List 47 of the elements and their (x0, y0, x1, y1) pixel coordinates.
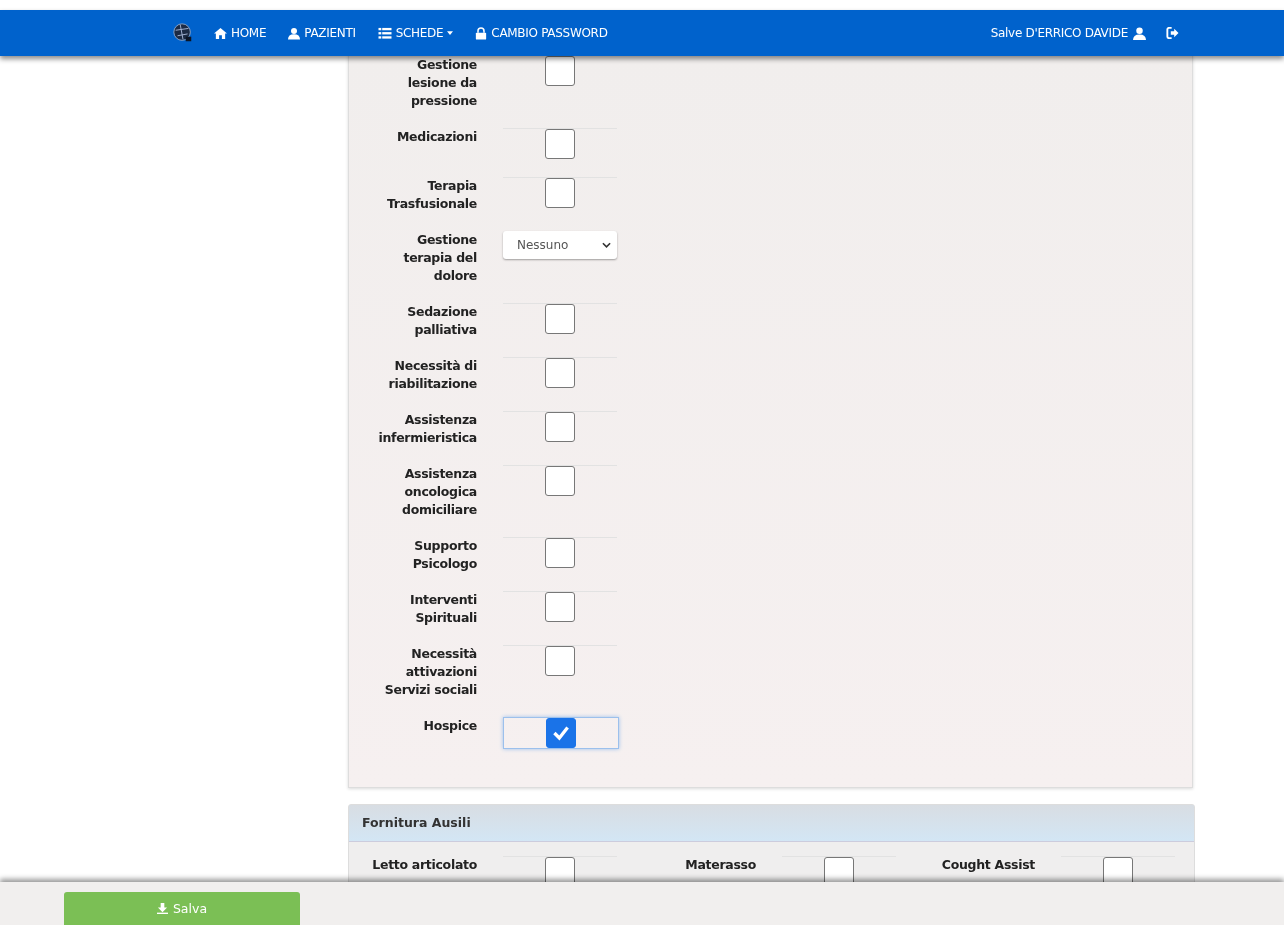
field-label: Sedazione palliativa (406, 303, 477, 339)
field-label: Hospice (422, 717, 477, 735)
nav-link[interactable]: PAZIENTI (288, 26, 356, 40)
checkbox[interactable] (824, 857, 854, 882)
field-label: Assistenza oncologica domiciliare (401, 465, 477, 519)
checkbox[interactable] (545, 56, 575, 86)
field-label: Necessità di riabilitazione (387, 357, 477, 393)
chevron-down-icon (602, 242, 611, 248)
logout-icon[interactable] (1166, 27, 1179, 39)
field-label: Materasso (684, 856, 756, 874)
field-label: Supporto Psicologo (411, 537, 477, 573)
download-icon (156, 903, 168, 914)
caret-icon (447, 31, 454, 35)
field-label: Assistenza infermieristica (377, 411, 477, 447)
field-label: Cought Assist (940, 856, 1035, 874)
checkbox[interactable] (545, 412, 575, 442)
checkbox[interactable] (1103, 857, 1133, 882)
nav-link[interactable]: CAMBIO PASSWORD (475, 26, 608, 40)
checkbox[interactable] (545, 178, 575, 208)
checkbox[interactable] (546, 718, 576, 748)
user-icon (288, 26, 301, 40)
field-label: Letto articolato (371, 856, 477, 874)
checkbox[interactable] (545, 304, 575, 334)
lock-icon (475, 26, 488, 40)
field-label: Interventi Spirituali (409, 591, 477, 627)
field-label: Necessità attivazioni Servizi sociali (383, 645, 477, 699)
globe-logo-icon[interactable] (172, 22, 194, 44)
nav-link[interactable]: HOME (214, 26, 267, 40)
dropdown-select[interactable]: Nessuno (503, 231, 617, 259)
list-icon (377, 26, 392, 40)
field-label: Gestione lesione da pressione (406, 56, 477, 110)
field-label: Gestione terapia del dolore (402, 231, 477, 285)
checkbox[interactable] (545, 592, 575, 622)
checkbox[interactable] (545, 538, 575, 568)
section-header: Fornitura Ausili (349, 805, 1194, 842)
field-label: Terapia Trasfusionale (385, 177, 477, 213)
user-icon (1133, 26, 1146, 40)
checkbox[interactable] (545, 358, 575, 388)
home-icon (214, 26, 227, 40)
focused-checkbox-frame[interactable] (503, 717, 619, 749)
checkbox[interactable] (545, 129, 575, 159)
nav-link[interactable]: SCHEDE (377, 26, 454, 40)
checkbox[interactable] (545, 857, 575, 882)
field-label: Medicazioni (395, 128, 477, 146)
checkbox[interactable] (545, 466, 575, 496)
user-greeting: Salve D'ERRICO DAVIDE (990, 26, 1128, 40)
checkbox[interactable] (545, 646, 575, 676)
